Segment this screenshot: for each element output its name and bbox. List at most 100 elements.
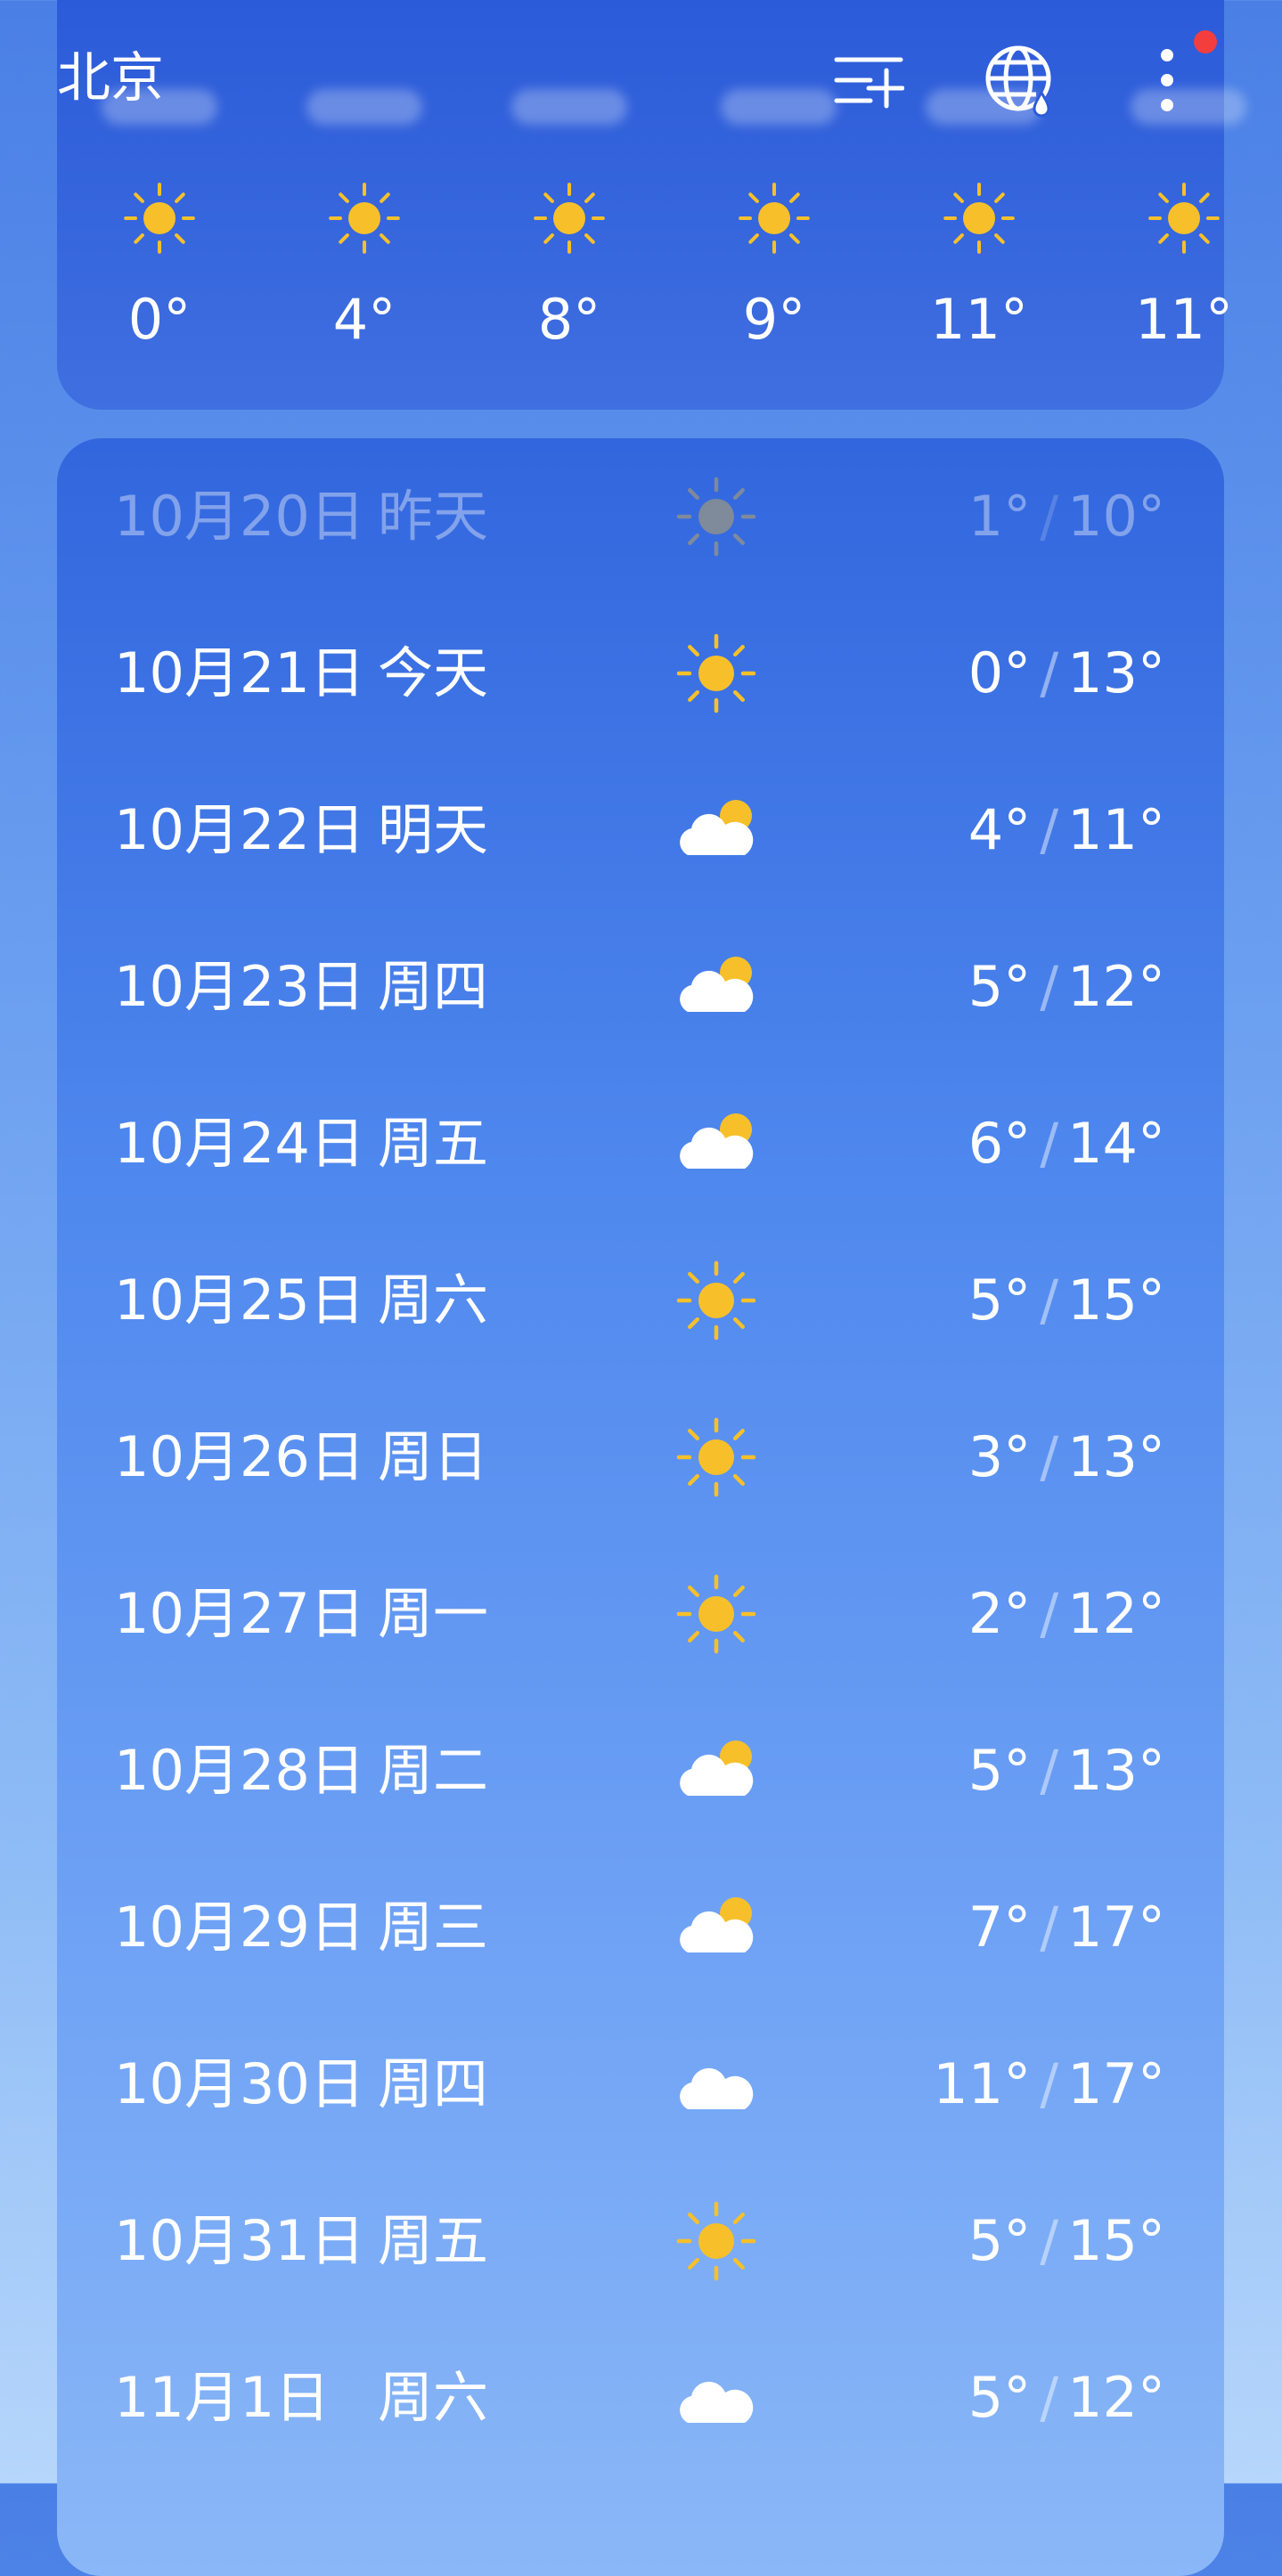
global-weather-button[interactable] bbox=[976, 36, 1065, 125]
forecast-weekday: 周日 bbox=[378, 1424, 489, 1489]
temp-range: 5°/13° bbox=[968, 1737, 1165, 1805]
low-temp: 5° bbox=[968, 2208, 1032, 2273]
temp-separator: / bbox=[1040, 1738, 1059, 1803]
daily-forecast-row[interactable]: 10月24日 周五 6°/14° bbox=[57, 1065, 1224, 1222]
cloud-icon bbox=[672, 2353, 761, 2442]
temp-separator: / bbox=[1040, 484, 1059, 549]
partly-cloudy-icon bbox=[672, 942, 761, 1031]
daily-forecast-row[interactable]: 10月26日 周日 3°/13° bbox=[57, 1379, 1224, 1536]
forecast-date: 10月26日 bbox=[114, 1424, 365, 1489]
forecast-date: 10月20日 bbox=[114, 484, 365, 549]
daily-forecast-row[interactable]: 10月25日 周六 5°/15° bbox=[57, 1222, 1224, 1379]
high-temp: 14° bbox=[1067, 1111, 1165, 1176]
partly-cloudy-icon bbox=[672, 1099, 761, 1188]
forecast-date: 10月22日 bbox=[114, 797, 365, 862]
forecast-weekday: 周二 bbox=[378, 1738, 489, 1803]
temp-separator: / bbox=[1040, 1581, 1059, 1646]
temp-separator: / bbox=[1040, 954, 1059, 1019]
temp-separator: / bbox=[1040, 1895, 1059, 1960]
forecast-weekday: 今天 bbox=[378, 640, 489, 705]
app-header: 北京 bbox=[0, 0, 1282, 169]
daily-forecast-row[interactable]: 10月29日 周三 7°/17° bbox=[57, 1849, 1224, 2006]
temp-range: 5°/12° bbox=[968, 953, 1165, 1021]
forecast-weekday: 周四 bbox=[378, 954, 489, 1019]
forecast-weekday: 周五 bbox=[378, 1111, 489, 1176]
low-temp: 5° bbox=[968, 2365, 1032, 2430]
temp-separator: / bbox=[1040, 797, 1059, 862]
add-list-icon bbox=[834, 57, 904, 109]
sun-icon bbox=[672, 1413, 761, 1502]
daily-forecast-row[interactable]: 11月1日 周六 5°/12° bbox=[57, 2319, 1224, 2476]
forecast-date: 10月28日 bbox=[114, 1738, 365, 1803]
low-temp: 5° bbox=[968, 1738, 1032, 1803]
forecast-date: 10月23日 bbox=[114, 954, 365, 1019]
temp-separator: / bbox=[1040, 2051, 1059, 2116]
high-temp: 10° bbox=[1067, 484, 1165, 549]
hourly-item: 4° bbox=[284, 178, 445, 351]
hourly-item: 11° bbox=[899, 178, 1059, 351]
daily-forecast-row[interactable]: 10月20日 昨天 1°/10° bbox=[57, 438, 1224, 595]
temp-range: 5°/15° bbox=[968, 1267, 1165, 1334]
forecast-date: 10月25日 bbox=[114, 1268, 365, 1333]
partly-cloudy-icon bbox=[672, 786, 761, 875]
temp-range: 6°/14° bbox=[968, 1110, 1165, 1178]
forecast-weekday: 周五 bbox=[378, 2208, 489, 2273]
sun-icon bbox=[672, 1256, 761, 1345]
low-temp: 6° bbox=[968, 1111, 1032, 1176]
daily-forecast-card: 10月20日 昨天 1°/10° 10月21日 今天 0°/13° 10月22日… bbox=[57, 438, 1224, 2576]
forecast-weekday: 明天 bbox=[378, 797, 489, 862]
hourly-item: 8° bbox=[489, 178, 649, 351]
sun-icon bbox=[899, 178, 1059, 262]
daily-forecast-row[interactable]: 10月27日 周一 2°/12° bbox=[57, 1536, 1224, 1692]
daily-forecast-row[interactable]: 10月28日 周二 5°/13° bbox=[57, 1692, 1224, 1849]
high-temp: 17° bbox=[1067, 1895, 1165, 1960]
temp-separator: / bbox=[1040, 1424, 1059, 1489]
forecast-weekday: 周四 bbox=[378, 2051, 489, 2116]
more-vertical-icon bbox=[1161, 49, 1173, 111]
forecast-date: 11月1日 bbox=[114, 2365, 331, 2430]
hourly-item: 9° bbox=[694, 178, 854, 351]
low-temp: 11° bbox=[933, 2051, 1032, 2116]
city-name[interactable]: 北京 bbox=[57, 43, 164, 114]
forecast-date: 10月27日 bbox=[114, 1581, 365, 1646]
hourly-temp: 4° bbox=[332, 287, 396, 352]
add-city-button[interactable] bbox=[824, 36, 913, 125]
sun-icon bbox=[284, 178, 445, 262]
sun-icon bbox=[1104, 178, 1264, 262]
forecast-date: 10月30日 bbox=[114, 2051, 365, 2116]
daily-forecast-row[interactable]: 10月30日 周四 11°/17° bbox=[57, 2006, 1224, 2163]
temp-range: 4°/11° bbox=[968, 796, 1165, 864]
high-temp: 15° bbox=[1067, 1268, 1165, 1333]
hourly-item: 0° bbox=[79, 178, 240, 351]
high-temp: 13° bbox=[1067, 640, 1165, 705]
daily-forecast-row[interactable]: 10月23日 周四 5°/12° bbox=[57, 909, 1224, 1065]
temp-range: 7°/17° bbox=[968, 1894, 1165, 1961]
temp-range: 11°/17° bbox=[933, 2050, 1165, 2118]
hourly-temp: 0° bbox=[127, 287, 192, 352]
daily-forecast-row[interactable]: 10月22日 明天 4°/11° bbox=[57, 752, 1224, 909]
forecast-weekday: 周三 bbox=[378, 1895, 489, 1960]
cloud-icon bbox=[672, 2040, 761, 2129]
daily-forecast-row[interactable]: 10月31日 周五 5°/15° bbox=[57, 2163, 1224, 2319]
sun-icon bbox=[672, 472, 761, 561]
sun-icon bbox=[672, 629, 761, 718]
forecast-date: 10月29日 bbox=[114, 1895, 365, 1960]
temp-separator: / bbox=[1040, 2365, 1059, 2430]
low-temp: 2° bbox=[968, 1581, 1032, 1646]
temp-range: 1°/10° bbox=[968, 483, 1165, 550]
forecast-date: 10月24日 bbox=[114, 1111, 365, 1176]
forecast-date: 10月21日 bbox=[114, 640, 365, 705]
forecast-weekday: 周六 bbox=[378, 1268, 489, 1333]
forecast-weekday: 周一 bbox=[378, 1581, 489, 1646]
daily-forecast-row[interactable]: 10月21日 今天 0°/13° bbox=[57, 595, 1224, 752]
low-temp: 4° bbox=[968, 797, 1032, 862]
low-temp: 1° bbox=[968, 484, 1032, 549]
temp-separator: / bbox=[1040, 1268, 1059, 1333]
sun-icon bbox=[672, 1569, 761, 1659]
temp-separator: / bbox=[1040, 640, 1059, 705]
low-temp: 5° bbox=[968, 1268, 1032, 1333]
temp-range: 2°/12° bbox=[968, 1580, 1165, 1648]
hourly-temp: 11° bbox=[930, 287, 1028, 352]
temp-range: 3°/13° bbox=[968, 1423, 1165, 1491]
high-temp: 15° bbox=[1067, 2208, 1165, 2273]
